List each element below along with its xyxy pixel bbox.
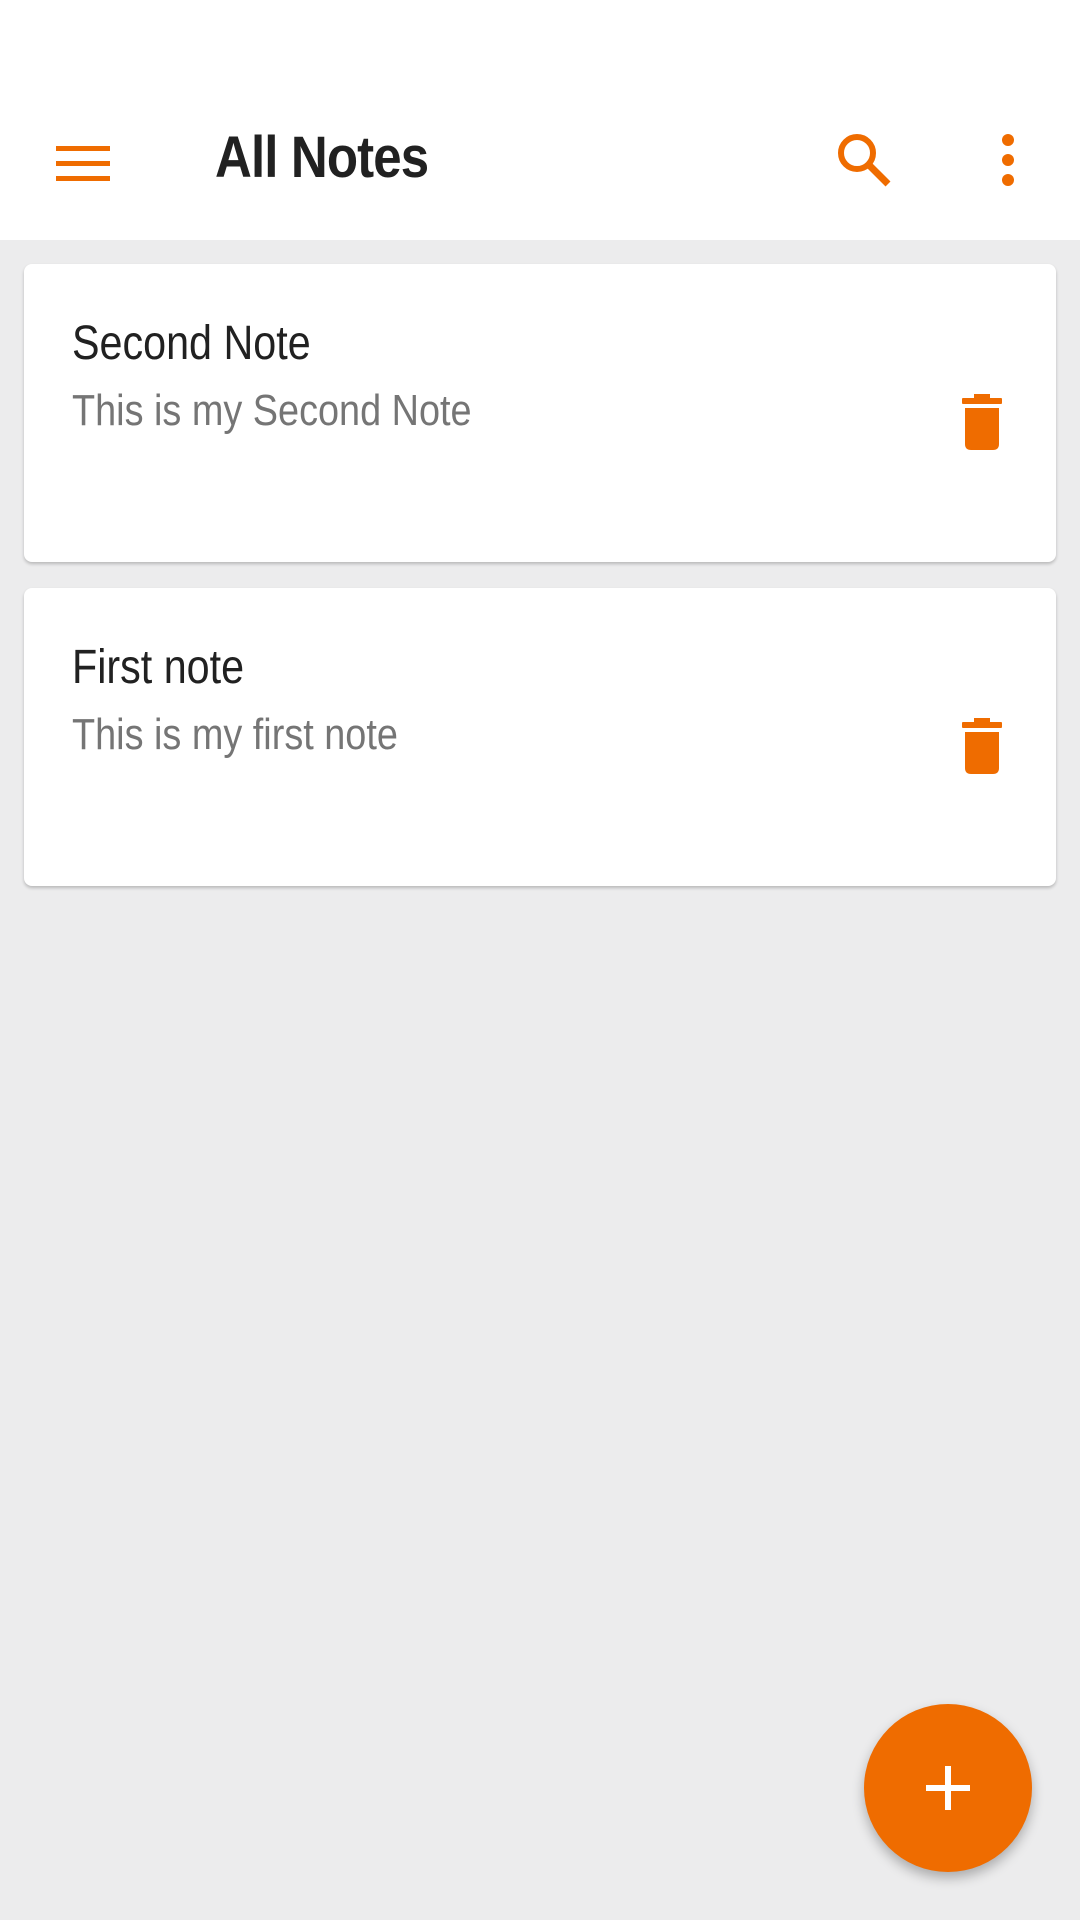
more-options-button[interactable] (962, 114, 1054, 206)
app-bar: All Notes (0, 76, 1080, 240)
more-vert-icon (1002, 134, 1014, 186)
note-body: This is my first note (72, 710, 398, 759)
delete-icon (962, 718, 1002, 774)
menu-icon (56, 146, 110, 181)
add-note-button[interactable] (864, 1704, 1032, 1872)
delete-icon (962, 394, 1002, 450)
note-title: First note (72, 641, 245, 694)
status-bar (0, 0, 1080, 76)
note-title: Second Note (72, 317, 311, 370)
note-card[interactable]: Second Note This is my Second Note (24, 264, 1056, 562)
search-icon (838, 134, 891, 187)
note-card[interactable]: First note This is my first note (24, 588, 1056, 886)
note-body: This is my Second Note (72, 386, 472, 435)
page-title: All Notes (215, 125, 429, 190)
delete-note-button[interactable] (938, 702, 1026, 790)
menu-button[interactable] (38, 118, 130, 210)
search-button[interactable] (818, 114, 910, 206)
delete-note-button[interactable] (938, 378, 1026, 466)
add-icon (926, 1766, 970, 1810)
